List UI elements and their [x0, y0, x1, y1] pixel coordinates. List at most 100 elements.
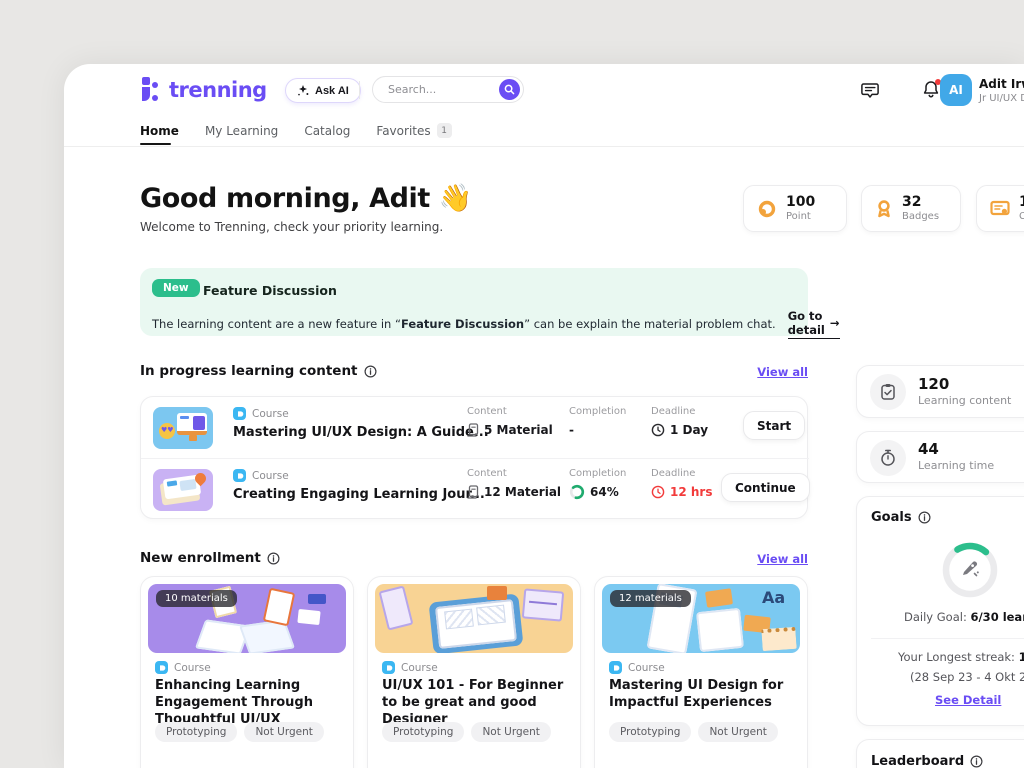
- content-column-label: Content: [467, 406, 507, 417]
- course-type-line: Course: [155, 661, 211, 674]
- course-type-label: Course: [252, 408, 289, 420]
- certificates-value: 12: [1019, 195, 1024, 210]
- content-column-label: Content: [467, 468, 507, 479]
- messages-button[interactable]: [861, 82, 880, 100]
- info-icon[interactable]: [918, 511, 931, 524]
- enrollment-card[interactable]: 10 materials Course Enhancing Learning E…: [140, 576, 354, 768]
- goals-card: Goals Daily Goal: 6/30 learning: [856, 496, 1024, 726]
- completion-value: 64%: [569, 484, 619, 500]
- in-progress-title-text: In progress learning content: [140, 363, 358, 379]
- deadline-value: 1 Day: [651, 423, 708, 437]
- learning-time-label: Learning time: [918, 459, 994, 472]
- info-icon[interactable]: [970, 755, 983, 768]
- stat-card-badges: 32 Badges: [861, 185, 961, 232]
- content-count: 5 Material: [484, 423, 553, 437]
- profile-name: Adit Irwan: [979, 77, 1024, 91]
- medal-icon: [875, 199, 893, 219]
- enrollment-card[interactable]: Course UI/UX 101 - For Beginner to be gr…: [367, 576, 581, 768]
- new-enrollment-section-title: New enrollment: [140, 550, 280, 566]
- daily-goal-progress-ring: [941, 541, 999, 599]
- tag-list: Prototyping Not Urgent: [382, 722, 551, 742]
- sidebar-stat-learning-content: 120 Learning content: [856, 365, 1024, 418]
- streak-label: Your Longest streak:: [898, 650, 1015, 664]
- learning-content-label: Learning content: [918, 394, 1011, 407]
- arrow-right-icon: →: [830, 316, 840, 330]
- deadline-column-label: Deadline: [651, 406, 695, 417]
- go-to-detail-label: Go to detail: [788, 309, 825, 337]
- course-type-label: Course: [174, 662, 211, 674]
- chat-icon: [861, 82, 880, 100]
- info-icon[interactable]: [267, 552, 280, 565]
- leaderboard-card: Leaderboard: [856, 739, 1024, 768]
- enrollment-card[interactable]: Aa 12 materials Course Mastering UI Desi…: [594, 576, 808, 768]
- course-row[interactable]: ♥♥ Course Mastering UI/UX Design: A Guid…: [141, 397, 809, 458]
- course-chip-icon: [155, 661, 168, 674]
- deadline-text: 12 hrs: [670, 485, 712, 499]
- leaderboard-title-line: Leaderboard: [871, 754, 983, 768]
- content-count: 12 Material: [484, 485, 561, 499]
- course-type-line: Course: [233, 407, 289, 420]
- info-icon[interactable]: [364, 365, 377, 378]
- deadline-column-label: Deadline: [651, 468, 695, 479]
- clock-icon: [651, 423, 665, 437]
- stopwatch-icon: [870, 440, 906, 476]
- new-enrollment-view-all-link[interactable]: View all: [757, 552, 808, 566]
- learning-time-value: 44: [918, 441, 994, 457]
- course-thumb-illustration: ♥♥: [153, 407, 213, 449]
- completion-value: -: [569, 423, 574, 437]
- go-to-detail-link[interactable]: Go to detail →: [788, 309, 840, 339]
- materials-badge: 10 materials: [156, 590, 237, 607]
- banner-body: The learning content are a new feature i…: [152, 309, 840, 339]
- content-value: 5 Material: [467, 423, 553, 437]
- in-progress-section-title: In progress learning content: [140, 363, 377, 379]
- course-type-label: Course: [628, 662, 665, 674]
- profile-info[interactable]: Adit Irwan Jr UI/UX Designer: [979, 77, 1024, 104]
- goals-title-line: Goals: [871, 510, 931, 525]
- main-column: New Feature Discussion The learning cont…: [140, 64, 808, 768]
- enrollment-card-title: UI/UX 101 - For Beginner to be great and…: [382, 677, 570, 728]
- banner-text: The learning content are a new feature i…: [152, 317, 776, 331]
- avatar[interactable]: AI: [940, 74, 972, 106]
- enrollment-card-image: Aa 12 materials: [602, 584, 800, 653]
- course-title: Creating Engaging Learning Jour...: [233, 487, 485, 502]
- course-type-line: Course: [609, 661, 665, 674]
- start-button[interactable]: Start: [743, 411, 805, 440]
- daily-goal-label: Daily Goal:: [904, 610, 967, 624]
- rocket-icon: [960, 559, 980, 579]
- material-file-icon: [467, 423, 479, 437]
- material-file-icon: [467, 485, 479, 499]
- notifications-button[interactable]: [922, 80, 940, 99]
- content-value: 12 Material: [467, 485, 561, 499]
- clock-urgent-icon: [651, 485, 665, 499]
- enrollment-card-title: Mastering UI Design for Impactful Experi…: [609, 677, 797, 711]
- tablet-wireframe-illustration: [375, 584, 573, 653]
- leaderboard-title-text: Leaderboard: [871, 754, 964, 768]
- in-progress-list: ♥♥ Course Mastering UI/UX Design: A Guid…: [140, 396, 808, 519]
- certificate-icon: [990, 200, 1010, 218]
- stat-card-certificates: 12 Certificate: [976, 185, 1024, 232]
- course-thumb-illustration: [153, 469, 213, 511]
- course-type-line: Course: [233, 469, 289, 482]
- tag-list: Prototyping Not Urgent: [609, 722, 778, 742]
- sidebar-stat-learning-time: 44 Learning time: [856, 431, 1024, 483]
- course-title: Mastering UI/UX Design: A Guide...: [233, 425, 489, 440]
- completion-text: 64%: [590, 485, 619, 499]
- tag: Not Urgent: [471, 722, 550, 742]
- course-row[interactable]: Course Creating Engaging Learning Jour..…: [141, 459, 809, 520]
- in-progress-view-all-link[interactable]: View all: [757, 365, 808, 379]
- new-enrollment-title-text: New enrollment: [140, 550, 261, 566]
- course-chip-icon: [233, 407, 246, 420]
- app-window: trenning Ask AI: [64, 64, 1024, 768]
- continue-button[interactable]: Continue: [721, 473, 810, 502]
- tag: Prototyping: [382, 722, 464, 742]
- goals-divider: [871, 638, 1024, 639]
- enrollment-card-image: 10 materials: [148, 584, 346, 653]
- course-type-label: Course: [401, 662, 438, 674]
- see-detail-link[interactable]: See Detail: [935, 693, 1001, 707]
- course-chip-icon: [382, 661, 395, 674]
- banner-text-before: The learning content are a new feature i…: [152, 317, 401, 331]
- daily-goal-value: 6/30 learning: [970, 610, 1024, 624]
- course-type-label: Course: [252, 470, 289, 482]
- badges-label: Badges: [902, 211, 939, 222]
- badges-value: 32: [902, 195, 939, 210]
